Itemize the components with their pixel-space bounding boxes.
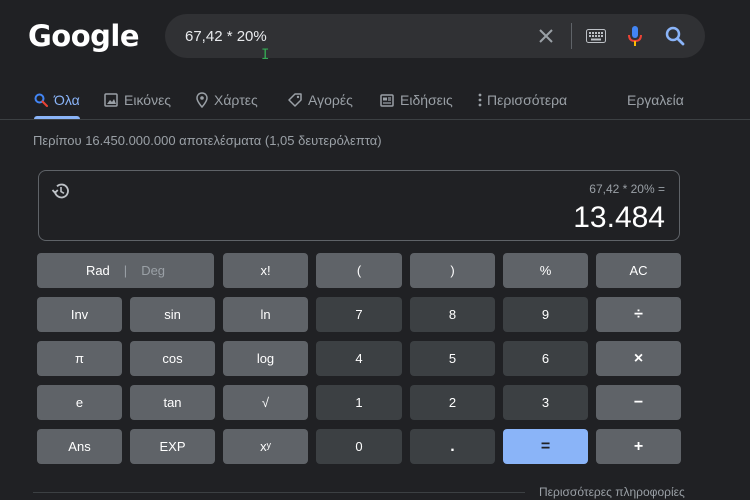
tab-more[interactable]: Περισσότερα [478,89,567,111]
history-icon[interactable] [51,181,71,206]
image-icon [104,93,118,107]
answer-button[interactable]: Ans [37,429,122,464]
text-cursor-icon: I [261,47,270,63]
tab-news[interactable]: Ειδήσεις [380,89,453,111]
euler-button[interactable]: e [37,385,122,420]
digit-5-button[interactable]: 5 [410,341,495,376]
calculator-display: 67,42 * 20% = 13.484 [38,170,680,241]
result-stats: Περίπου 16.450.000.000 αποτελέσματα (1,0… [33,133,382,148]
more-info-link[interactable]: Περισσότερες πληροφορίες [539,485,685,499]
digit-4-button[interactable]: 4 [316,341,402,376]
tab-maps[interactable]: Χάρτες [196,89,258,111]
footer-divider [33,492,525,493]
search-input[interactable] [185,26,515,46]
cos-button[interactable]: cos [130,341,215,376]
tab-all[interactable]: Όλα [34,89,80,111]
all-clear-button[interactable]: AC [596,253,681,288]
map-pin-icon [196,92,208,108]
log-button[interactable]: log [223,341,308,376]
digit-3-button[interactable]: 3 [503,385,588,420]
digit-9-button[interactable]: 9 [503,297,588,332]
subtract-button[interactable]: − [596,385,681,420]
sin-button[interactable]: sin [130,297,215,332]
tabs-divider [0,119,750,120]
digit-6-button[interactable]: 6 [503,341,588,376]
rad-label[interactable]: Rad [86,263,110,278]
more-vert-icon [478,93,482,107]
equals-button[interactable]: = [503,429,588,464]
digit-2-button[interactable]: 2 [410,385,495,420]
close-paren-button[interactable]: ) [410,253,495,288]
tab-tools[interactable]: Εργαλεία [627,89,684,111]
tan-button[interactable]: tan [130,385,215,420]
deg-label[interactable]: Deg [141,263,165,278]
exp-button[interactable]: EXP [130,429,215,464]
microphone-icon[interactable] [624,25,646,47]
add-button[interactable]: + [596,429,681,464]
calculator-expression: 67,42 * 20% = [589,182,665,196]
ln-button[interactable]: ln [223,297,308,332]
google-logo[interactable]: Google [28,19,140,53]
pi-button[interactable]: π [37,341,122,376]
tab-images[interactable]: Εικόνες [104,89,171,111]
search-icon[interactable] [664,25,686,47]
news-icon [380,93,394,107]
digit-7-button[interactable]: 7 [316,297,402,332]
divide-button[interactable]: ÷ [596,297,681,332]
rad-deg-separator: | [123,263,128,278]
digit-8-button[interactable]: 8 [410,297,495,332]
search-box[interactable]: I [165,14,705,62]
inverse-button[interactable]: Inv [37,297,122,332]
search-tabs: Όλα Εικόνες Χάρτες Αγορές Ειδήσεις Περισ… [0,86,750,120]
tab-shopping[interactable]: Αγορές [288,89,353,111]
decimal-button[interactable]: . [410,429,495,464]
search-divider [571,23,572,49]
sqrt-button[interactable]: √ [223,385,308,420]
tag-icon [288,93,302,107]
digit-1-button[interactable]: 1 [316,385,402,420]
clear-icon[interactable] [535,25,557,47]
digit-0-button[interactable]: 0 [316,429,402,464]
rad-deg-toggle[interactable]: Rad | Deg [37,253,214,288]
keyboard-icon[interactable] [585,25,607,47]
calculator-result: 13.484 [573,201,665,234]
open-paren-button[interactable]: ( [316,253,402,288]
factorial-button[interactable]: x! [223,253,308,288]
multiply-button[interactable]: × [596,341,681,376]
percent-button[interactable]: % [503,253,588,288]
power-button[interactable]: xʸ [223,429,308,464]
search-icon [34,93,48,107]
